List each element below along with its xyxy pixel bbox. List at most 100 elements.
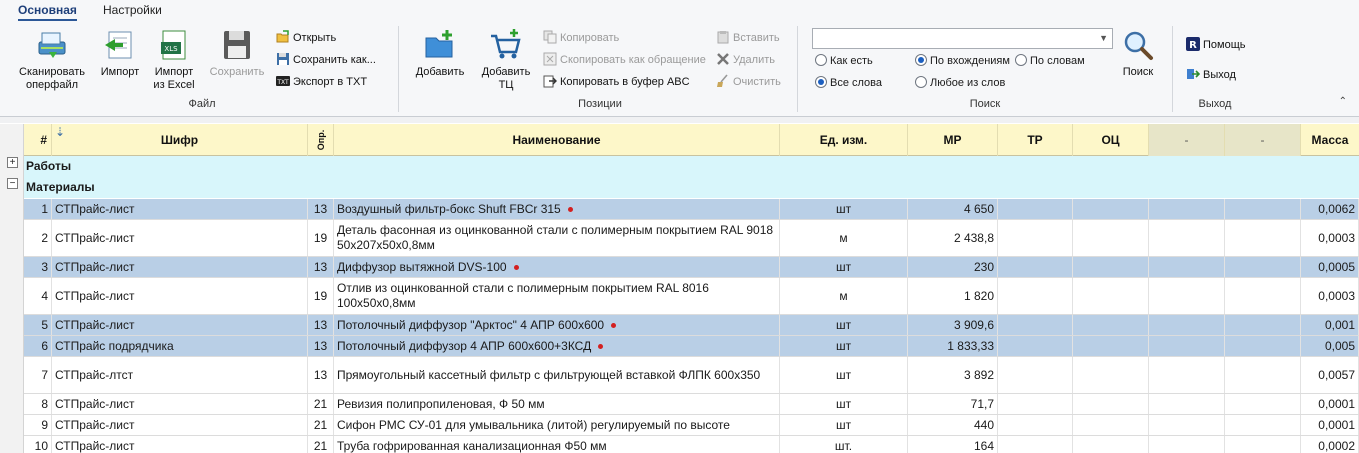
cell-cipher[interactable]: СТПрайс-лист bbox=[52, 199, 308, 219]
table-row[interactable]: 2 СТПрайс-лист 19 Деталь фасонная из оцинко… bbox=[24, 220, 1359, 257]
scan-operfile-button[interactable]: Сканировать оперфайл bbox=[14, 28, 90, 92]
cell-opr[interactable]: 13 bbox=[308, 257, 334, 277]
cell-tr[interactable] bbox=[998, 436, 1073, 453]
cell-opr[interactable]: 13 bbox=[308, 199, 334, 219]
cell-num[interactable]: 1 bbox=[24, 199, 52, 219]
col-header-dash-2[interactable]: - bbox=[1225, 124, 1301, 156]
cell-cipher[interactable]: СТПрайс-лист bbox=[52, 394, 308, 414]
cell-opr[interactable]: 13 bbox=[308, 357, 334, 393]
add-button[interactable]: Добавить bbox=[410, 28, 470, 79]
cell-name[interactable]: Труба гофрированная канализационная Ф50 … bbox=[334, 436, 780, 453]
cell-tr[interactable] bbox=[998, 357, 1073, 393]
cell-tr[interactable] bbox=[998, 415, 1073, 435]
col-header-dash-1[interactable]: - bbox=[1149, 124, 1225, 156]
cell-unit[interactable]: шт bbox=[780, 315, 908, 335]
cell-oc[interactable] bbox=[1073, 336, 1149, 356]
cell-name[interactable]: Потолочный диффузор "Арктос" 4 АПР 600х6… bbox=[334, 315, 780, 335]
col-header-mass[interactable]: Масса bbox=[1301, 124, 1359, 156]
copy-button[interactable]: Копировать bbox=[543, 29, 619, 47]
tab-settings[interactable]: Настройки bbox=[103, 3, 162, 17]
cell-name[interactable]: Диффузор вытяжной DVS-100 bbox=[334, 257, 780, 277]
cell-mr[interactable]: 164 bbox=[908, 436, 998, 453]
cell-opr[interactable]: 21 bbox=[308, 415, 334, 435]
cell-mass[interactable]: 0,0057 bbox=[1301, 357, 1359, 393]
cell-d2[interactable] bbox=[1225, 315, 1301, 335]
cell-d1[interactable] bbox=[1149, 336, 1225, 356]
exit-button[interactable]: Выход bbox=[1186, 66, 1236, 84]
col-header-cipher[interactable]: ⇣ Шифр bbox=[52, 124, 308, 156]
search-button[interactable]: Поиск bbox=[1116, 28, 1160, 79]
radio-all-words[interactable]: Все слова bbox=[815, 75, 882, 91]
cell-name[interactable]: Воздушный фильтр-бокс Shuft FBCr 315 bbox=[334, 199, 780, 219]
table-row[interactable]: 10 СТПрайс-лист 21 Труба гофрированная кана… bbox=[24, 436, 1359, 453]
cell-num[interactable]: 9 bbox=[24, 415, 52, 435]
col-header-opr[interactable]: Опр. bbox=[308, 124, 334, 156]
collapse-materials-icon[interactable]: − bbox=[7, 178, 18, 189]
export-txt-button[interactable]: TXT Экспорт в TXT bbox=[276, 73, 367, 91]
copy-as-reference-button[interactable]: Скопировать как обращение bbox=[543, 51, 706, 69]
cell-d1[interactable] bbox=[1149, 257, 1225, 277]
cell-unit[interactable]: шт bbox=[780, 357, 908, 393]
cell-cipher[interactable]: СТПрайс-лист bbox=[52, 257, 308, 277]
table-row[interactable]: 7 СТПрайс-лтст 13 Прямоугольный кассетный ф… bbox=[24, 357, 1359, 394]
cell-cipher[interactable]: СТПрайс-лист bbox=[52, 315, 308, 335]
cell-d2[interactable] bbox=[1225, 278, 1301, 314]
cell-opr[interactable]: 13 bbox=[308, 315, 334, 335]
cell-d2[interactable] bbox=[1225, 220, 1301, 256]
cell-d2[interactable] bbox=[1225, 357, 1301, 393]
cell-oc[interactable] bbox=[1073, 436, 1149, 453]
cell-mr[interactable]: 2 438,8 bbox=[908, 220, 998, 256]
cell-name[interactable]: Потолочный диффузор 4 АПР 600х600+3КСД bbox=[334, 336, 780, 356]
cell-tr[interactable] bbox=[998, 199, 1073, 219]
col-header-oc[interactable]: ОЦ bbox=[1073, 124, 1149, 156]
cell-mass[interactable]: 0,0002 bbox=[1301, 436, 1359, 453]
cell-tr[interactable] bbox=[998, 394, 1073, 414]
cell-d1[interactable] bbox=[1149, 315, 1225, 335]
cell-d1[interactable] bbox=[1149, 436, 1225, 453]
cell-oc[interactable] bbox=[1073, 315, 1149, 335]
cell-oc[interactable] bbox=[1073, 415, 1149, 435]
cell-tr[interactable] bbox=[998, 336, 1073, 356]
radio-any-word[interactable]: Любое из слов bbox=[915, 75, 1005, 91]
help-button[interactable]: R Помощь bbox=[1186, 36, 1246, 54]
cell-name[interactable]: Отлив из оцинкованной стали с полимерным… bbox=[334, 278, 780, 314]
cell-d1[interactable] bbox=[1149, 357, 1225, 393]
cell-tr[interactable] bbox=[998, 220, 1073, 256]
cell-d2[interactable] bbox=[1225, 257, 1301, 277]
copy-abc-button[interactable]: Копировать в буфер ABC bbox=[543, 73, 690, 91]
cell-mr[interactable]: 3 909,6 bbox=[908, 315, 998, 335]
cell-unit[interactable]: шт. bbox=[780, 436, 908, 453]
radio-as-is[interactable]: Как есть bbox=[815, 53, 873, 69]
cell-d1[interactable] bbox=[1149, 199, 1225, 219]
cell-num[interactable]: 2 bbox=[24, 220, 52, 256]
cell-mr[interactable]: 1 820 bbox=[908, 278, 998, 314]
cell-opr[interactable]: 13 bbox=[308, 336, 334, 356]
cell-num[interactable]: 3 bbox=[24, 257, 52, 277]
col-header-name[interactable]: Наименование bbox=[334, 124, 780, 156]
cell-unit[interactable]: м bbox=[780, 278, 908, 314]
cell-cipher[interactable]: СТПрайс-лтст bbox=[52, 357, 308, 393]
table-row[interactable]: 6 СТПрайс подрядчика 13 Потолочный диффузор… bbox=[24, 336, 1359, 357]
tab-main[interactable]: Основная bbox=[18, 3, 77, 21]
cell-d2[interactable] bbox=[1225, 415, 1301, 435]
cell-num[interactable]: 7 bbox=[24, 357, 52, 393]
cell-mr[interactable]: 3 892 bbox=[908, 357, 998, 393]
radio-by-entry[interactable]: По вхождениям bbox=[915, 53, 1010, 69]
cell-oc[interactable] bbox=[1073, 220, 1149, 256]
cell-mass[interactable]: 0,0062 bbox=[1301, 199, 1359, 219]
cell-d2[interactable] bbox=[1225, 199, 1301, 219]
cell-opr[interactable]: 21 bbox=[308, 436, 334, 453]
search-combobox[interactable]: ▼ bbox=[812, 28, 1113, 49]
cell-name[interactable]: Сифон РМС СУ-01 для умывальника (литой) … bbox=[334, 415, 780, 435]
cell-mr[interactable]: 4 650 bbox=[908, 199, 998, 219]
cell-oc[interactable] bbox=[1073, 199, 1149, 219]
cell-unit[interactable]: шт bbox=[780, 336, 908, 356]
col-header-unit[interactable]: Ед. изм. bbox=[780, 124, 908, 156]
cell-oc[interactable] bbox=[1073, 257, 1149, 277]
cell-oc[interactable] bbox=[1073, 394, 1149, 414]
clear-button[interactable]: Очистить bbox=[716, 73, 781, 91]
cell-num[interactable]: 8 bbox=[24, 394, 52, 414]
cell-name[interactable]: Ревизия полипропиленовая, Ф 50 мм bbox=[334, 394, 780, 414]
cell-mass[interactable]: 0,0001 bbox=[1301, 394, 1359, 414]
cell-num[interactable]: 10 bbox=[24, 436, 52, 453]
